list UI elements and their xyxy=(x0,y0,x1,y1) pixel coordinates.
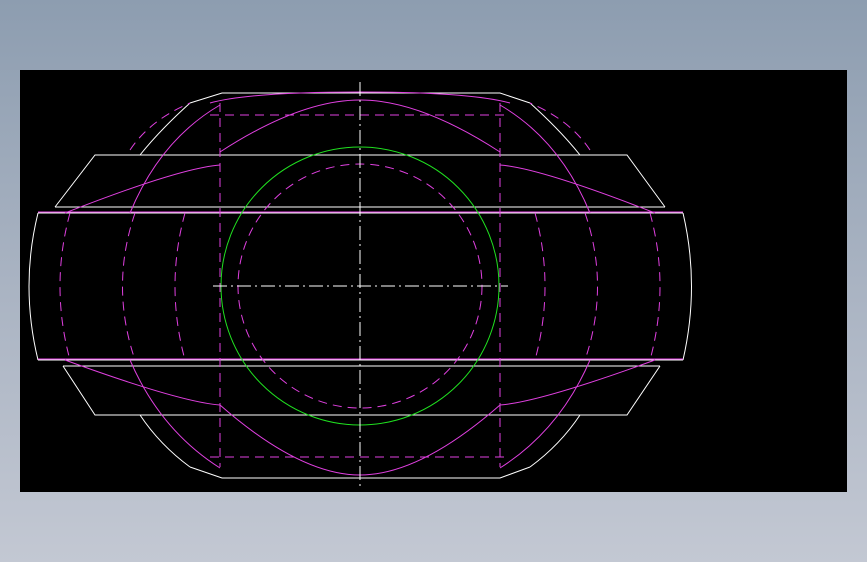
lower-trapezoid xyxy=(62,365,661,416)
outer-arc-upper-left xyxy=(139,102,191,156)
outer-arc-upper-right xyxy=(529,102,581,156)
cad-viewport[interactable] xyxy=(20,70,847,492)
outer-arc-lower-right xyxy=(529,414,581,468)
centerlines xyxy=(213,82,508,487)
outer-arc-lower-left xyxy=(139,414,191,468)
shaft-right-end xyxy=(682,212,692,361)
cad-drawing xyxy=(28,82,692,487)
shaft-left-end xyxy=(28,212,39,361)
